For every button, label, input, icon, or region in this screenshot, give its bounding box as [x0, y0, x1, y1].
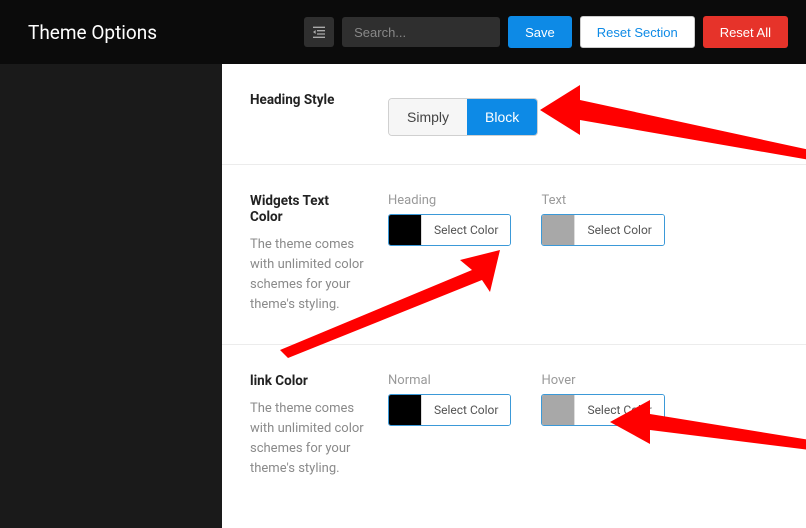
- heading-style-title: Heading Style: [250, 92, 364, 108]
- link-color-desc: The theme comes with unlimited color sch…: [250, 399, 364, 480]
- widgets-text-color-title: Widgets Text Color: [250, 193, 364, 225]
- section-widgets-text-color: Widgets Text Color The theme comes with …: [222, 165, 806, 345]
- section-label: Heading Style: [250, 92, 364, 136]
- search-input[interactable]: [342, 17, 500, 47]
- widgets-text-color-fields: Heading Select Color Text Select Color: [388, 193, 778, 316]
- content-panel: Heading Style Simply Block Widgets Text …: [222, 64, 806, 528]
- heading-color-picker[interactable]: Select Color: [388, 214, 511, 246]
- select-color-label: Select Color: [421, 215, 510, 245]
- color-group-hover: Hover Select Color: [541, 373, 664, 426]
- section-heading-style: Heading Style Simply Block: [222, 64, 806, 165]
- select-color-label: Select Color: [574, 395, 663, 425]
- normal-color-picker[interactable]: Select Color: [388, 394, 511, 426]
- select-color-label: Select Color: [421, 395, 510, 425]
- link-color-title: link Color: [250, 373, 364, 389]
- section-label: link Color The theme comes with unlimite…: [250, 373, 364, 480]
- heading-style-block[interactable]: Block: [467, 99, 537, 135]
- top-header: Theme Options Save Reset Section Reset A…: [0, 0, 806, 64]
- text-color-picker[interactable]: Select Color: [541, 214, 664, 246]
- heading-style-field: Simply Block: [388, 92, 778, 136]
- indent-icon: [311, 24, 327, 40]
- save-button[interactable]: Save: [508, 16, 572, 48]
- link-color-fields: Normal Select Color Hover Select Color: [388, 373, 778, 480]
- text-color-swatch: [542, 215, 574, 245]
- page-title: Theme Options: [28, 21, 296, 44]
- hover-color-picker[interactable]: Select Color: [541, 394, 664, 426]
- select-color-label: Select Color: [574, 215, 663, 245]
- heading-color-swatch: [389, 215, 421, 245]
- hover-color-swatch: [542, 395, 574, 425]
- panel-toggle-button[interactable]: [304, 17, 334, 47]
- color-group-heading: Heading Select Color: [388, 193, 511, 246]
- section-label: Widgets Text Color The theme comes with …: [250, 193, 364, 316]
- section-link-color: link Color The theme comes with unlimite…: [222, 345, 806, 508]
- sidebar: [0, 64, 222, 528]
- reset-all-button[interactable]: Reset All: [703, 16, 788, 48]
- text-color-label: Text: [541, 193, 664, 208]
- normal-color-label: Normal: [388, 373, 511, 388]
- color-group-text: Text Select Color: [541, 193, 664, 246]
- widgets-text-color-desc: The theme comes with unlimited color sch…: [250, 235, 364, 316]
- hover-color-label: Hover: [541, 373, 664, 388]
- reset-section-button[interactable]: Reset Section: [580, 16, 695, 48]
- normal-color-swatch: [389, 395, 421, 425]
- body-wrap: Heading Style Simply Block Widgets Text …: [0, 64, 806, 528]
- color-group-normal: Normal Select Color: [388, 373, 511, 426]
- heading-color-label: Heading: [388, 193, 511, 208]
- heading-style-simply[interactable]: Simply: [389, 99, 467, 135]
- heading-style-button-group: Simply Block: [388, 98, 538, 136]
